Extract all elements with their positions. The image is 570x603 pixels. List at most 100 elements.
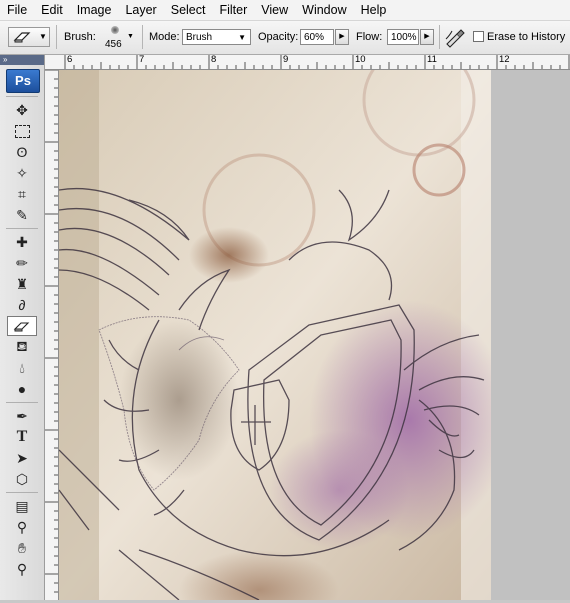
document-canvas[interactable] <box>59 70 491 600</box>
brush-size-value: 456 <box>105 39 122 50</box>
menu-filter[interactable]: Filter <box>212 0 254 20</box>
slice-icon: ✎ <box>16 206 28 223</box>
eyedropper-icon: ⚲ <box>16 518 28 535</box>
lasso-tool[interactable]: ʘ <box>7 142 37 162</box>
airbrush-button[interactable] <box>443 26 467 48</box>
ruler-label: 8 <box>211 54 217 65</box>
triangle-right-icon: ▶ <box>339 33 345 40</box>
healing-brush-tool[interactable]: ✚ <box>7 232 37 252</box>
menu-file[interactable]: File <box>0 0 34 20</box>
menu-help[interactable]: Help <box>354 0 394 20</box>
eraser-icon <box>13 322 30 332</box>
menu-layer[interactable]: Layer <box>118 0 163 20</box>
paint-bucket-tool[interactable]: ⛾ <box>7 337 37 357</box>
hand-tool[interactable]: ✋︎ <box>7 538 37 558</box>
eyedropper-tool[interactable]: ⚲ <box>7 517 37 537</box>
toolbox-grip[interactable]: » <box>0 55 44 65</box>
chevron-down-icon: ▼ <box>238 33 246 42</box>
arrow-icon: ➤ <box>16 449 28 466</box>
flow-label: Flow: <box>356 31 383 43</box>
divider <box>439 25 440 49</box>
move-icon: ✥ <box>16 101 28 118</box>
drop-icon: 💧︎ <box>19 359 25 376</box>
brush-picker[interactable]: 456 ▼ <box>100 24 136 52</box>
brush-label: Brush: <box>64 31 96 43</box>
pen-icon: ✒ <box>16 407 28 424</box>
crop-icon: ⌗ <box>18 185 26 202</box>
menu-window[interactable]: Window <box>295 0 353 20</box>
ruler-label: 11 <box>427 54 437 65</box>
type-tool[interactable]: T <box>7 427 37 447</box>
bandage-icon: ✚ <box>16 233 28 250</box>
mode-value: Brush <box>186 32 213 43</box>
ruler-ticks <box>45 69 58 593</box>
dodge-tool[interactable]: ● <box>7 379 37 399</box>
blur-tool[interactable]: 💧︎ <box>7 358 37 378</box>
lasso-icon: ʘ <box>16 144 28 160</box>
menu-bar: File Edit Image Layer Select Filter View… <box>0 0 570 21</box>
toolbox-panel: » Ps ✥ ʘ ✧ ⌗ ✎ ✚ ✏ ♜ ∂ ⛾ 💧︎ ● ✒ T ➤ ⬡ ▤ … <box>0 55 45 600</box>
brush-tool[interactable]: ✏ <box>7 253 37 273</box>
artwork-image <box>59 70 491 600</box>
canvas-area[interactable] <box>59 70 570 600</box>
marquee-icon <box>14 124 30 138</box>
magic-wand-icon: ✧ <box>16 164 28 181</box>
tool-preset-picker[interactable]: ▼ <box>8 27 50 47</box>
clone-stamp-tool[interactable]: ♜ <box>7 274 37 294</box>
ruler-ticks <box>64 55 570 69</box>
divider <box>6 402 38 403</box>
chevron-down-icon: ▼ <box>39 32 47 41</box>
triangle-right-icon: ▶ <box>424 33 430 40</box>
slice-tool[interactable]: ✎ <box>7 205 37 225</box>
ruler-label: 12 <box>499 54 510 65</box>
mode-label: Mode: <box>149 31 180 43</box>
ruler-horizontal[interactable]: 6 7 8 9 10 11 12 <box>45 55 570 70</box>
zoom-tool[interactable]: ⚲ <box>7 559 37 579</box>
hexagon-icon: ⬡ <box>15 470 29 487</box>
divider <box>6 96 38 97</box>
opacity-slider-button[interactable]: ▶ <box>335 29 349 45</box>
photoshop-logo: Ps <box>6 69 40 93</box>
bucket-icon: ⛾ <box>16 337 28 354</box>
ruler-vertical[interactable] <box>45 69 59 600</box>
history-brush-tool[interactable]: ∂ <box>7 295 37 315</box>
flow-input[interactable]: 100% <box>387 29 419 45</box>
notes-tool[interactable]: ▤ <box>7 496 37 516</box>
menu-select[interactable]: Select <box>164 0 213 20</box>
history-brush-icon: ∂ <box>18 297 26 313</box>
menu-edit[interactable]: Edit <box>34 0 70 20</box>
airbrush-icon <box>445 29 465 48</box>
chevron-down-icon: ▼ <box>127 33 134 40</box>
stamp-icon: ♜ <box>15 275 29 292</box>
menu-image[interactable]: Image <box>70 0 119 20</box>
erase-to-history-label: Erase to History <box>487 31 566 43</box>
marquee-tool[interactable] <box>7 121 37 141</box>
pen-tool[interactable]: ✒ <box>7 406 37 426</box>
hand-icon: ✋︎ <box>18 539 26 556</box>
menu-view[interactable]: View <box>254 0 295 20</box>
divider <box>6 492 38 493</box>
type-icon: T <box>16 428 28 445</box>
flow-slider-button[interactable]: ▶ <box>420 29 434 45</box>
note-icon: ▤ <box>15 497 29 514</box>
opacity-label: Opacity: <box>258 31 299 43</box>
dodge-icon: ● <box>17 381 27 397</box>
divider <box>56 25 57 49</box>
zoom-icon: ⚲ <box>16 560 28 577</box>
eraser-tool[interactable] <box>7 316 37 336</box>
path-selection-tool[interactable]: ➤ <box>7 448 37 468</box>
opacity-input[interactable]: 60% <box>300 29 334 45</box>
divider <box>6 228 38 229</box>
brush-tip-icon <box>111 26 119 34</box>
crop-tool[interactable]: ⌗ <box>7 184 37 204</box>
brush-icon: ✏ <box>16 254 28 271</box>
ruler-label: 6 <box>67 54 73 65</box>
ruler-label: 10 <box>355 54 366 65</box>
ruler-label: 7 <box>139 54 145 65</box>
mode-select[interactable]: Brush ▼ <box>182 29 251 45</box>
magic-wand-tool[interactable]: ✧ <box>7 163 37 183</box>
erase-to-history-checkbox[interactable] <box>473 31 484 42</box>
divider <box>142 25 143 49</box>
shape-tool[interactable]: ⬡ <box>7 469 37 489</box>
move-tool[interactable]: ✥ <box>7 100 37 120</box>
